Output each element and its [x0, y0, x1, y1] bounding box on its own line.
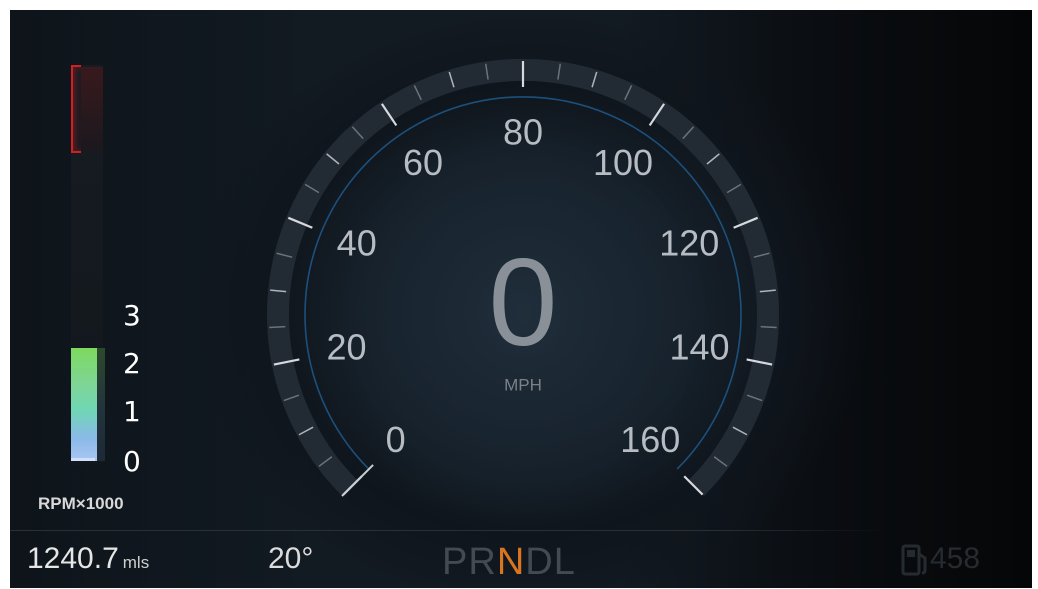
odometer: 1240.7 mls: [27, 542, 149, 576]
speed-scale-label: 40: [337, 223, 377, 264]
odometer-unit: mls: [122, 553, 150, 572]
speed-scale-label: 120: [659, 223, 719, 264]
gear-n: N: [496, 541, 526, 583]
minor-tick: [760, 325, 777, 329]
outside-temperature: 20°: [268, 542, 314, 575]
speed-scale-label: 160: [620, 419, 680, 460]
instrument-cluster: 3 2 1 0 RPM×1000 0 20 40 60 80 100 120 140 160 0…: [10, 10, 1032, 588]
status-bar-divider: [10, 530, 890, 531]
odometer-value: 1240.7: [27, 542, 119, 575]
gear-d: D: [525, 541, 554, 583]
speed-scale-label: 100: [593, 142, 653, 183]
speed-scale-label: 0: [386, 419, 406, 460]
speed-scale-label: 80: [503, 112, 543, 153]
fuel-range: 458: [900, 542, 980, 576]
speed-scale-label: 60: [403, 142, 443, 183]
fuel-pump-icon: [901, 544, 927, 576]
speed-scale-label: 20: [326, 327, 366, 368]
fuel-range-value: 458: [930, 542, 981, 575]
gear-l: L: [553, 541, 576, 583]
speed-readout: 0: [489, 234, 558, 372]
gear-selector-indicator: PRNDL: [442, 541, 576, 584]
speed-scale-label: 140: [669, 327, 729, 368]
minor-tick: [269, 325, 286, 329]
speed-unit-label: MPH: [504, 375, 542, 394]
gear-r: R: [468, 541, 497, 583]
speedometer-dial: 0 20 40 60 80 100120 140 160 0 MPH: [267, 59, 779, 530]
gear-p: P: [442, 541, 469, 583]
